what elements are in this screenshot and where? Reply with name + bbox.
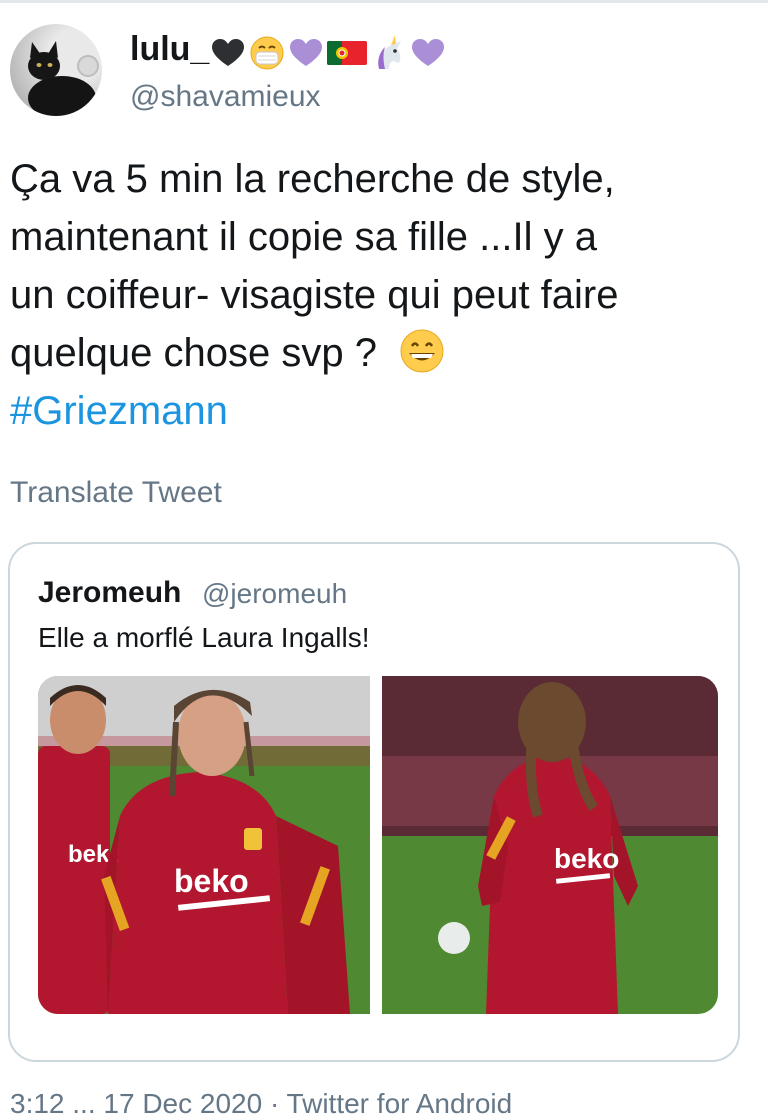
purple-heart-icon	[290, 38, 323, 66]
quoted-tweet-text: Elle a morflé Laura Ingalls!	[38, 622, 370, 653]
tweet-text-line: maintenant il copie sa fille ...Il y a	[10, 215, 597, 259]
quoted-handle[interactable]: @jeromeuh	[202, 578, 347, 610]
user-handle[interactable]: @shavamieux	[130, 80, 321, 114]
quoted-tweet-card[interactable]: Jeromeuh @jeromeuh Elle a morflé Laura I…	[8, 542, 740, 1062]
tweet-text-line-last: quelque chose svp ?	[10, 324, 750, 382]
grinning-face-icon	[400, 329, 444, 373]
face-with-medical-mask-icon	[250, 36, 284, 70]
tweet-text-line-content: quelque chose svp ?	[10, 331, 377, 375]
purple-heart-icon	[412, 38, 445, 66]
hashtag-link[interactable]: #Griezmann	[10, 382, 750, 440]
tweet-text-line: Ça va 5 min la recherche de style,	[10, 157, 615, 201]
tweet-text-line: un coiffeur- visagiste qui peut faire	[10, 273, 619, 317]
cat-avatar-image	[28, 41, 99, 116]
tweet-timestamp[interactable]: 3:12 ... 17 Dec 2020 · Twitter for Andro…	[10, 1088, 512, 1120]
quoted-display-name[interactable]: Jeromeuh	[38, 576, 181, 610]
players-training-image: beko beko	[38, 676, 370, 1014]
jersey-text-right: beko	[554, 843, 619, 874]
photo-players-training[interactable]: beko beko	[38, 676, 370, 1014]
avatar[interactable]	[10, 24, 102, 116]
black-heart-icon	[212, 38, 245, 66]
display-name-emojis	[211, 32, 449, 71]
top-divider	[0, 0, 768, 3]
photo-girl-back[interactable]: beko	[382, 676, 718, 1014]
translate-tweet-link[interactable]: Translate Tweet	[10, 476, 222, 510]
unicorn-icon	[378, 34, 402, 69]
display-name[interactable]: lulu_	[130, 30, 449, 71]
portugal-flag-icon	[327, 40, 368, 65]
tweet-text: Ça va 5 min la recherche de style, maint…	[10, 150, 750, 440]
display-name-text: lulu_	[130, 30, 210, 68]
girl-back-image: beko	[382, 676, 718, 1014]
jersey-text-center: beko	[174, 863, 249, 899]
